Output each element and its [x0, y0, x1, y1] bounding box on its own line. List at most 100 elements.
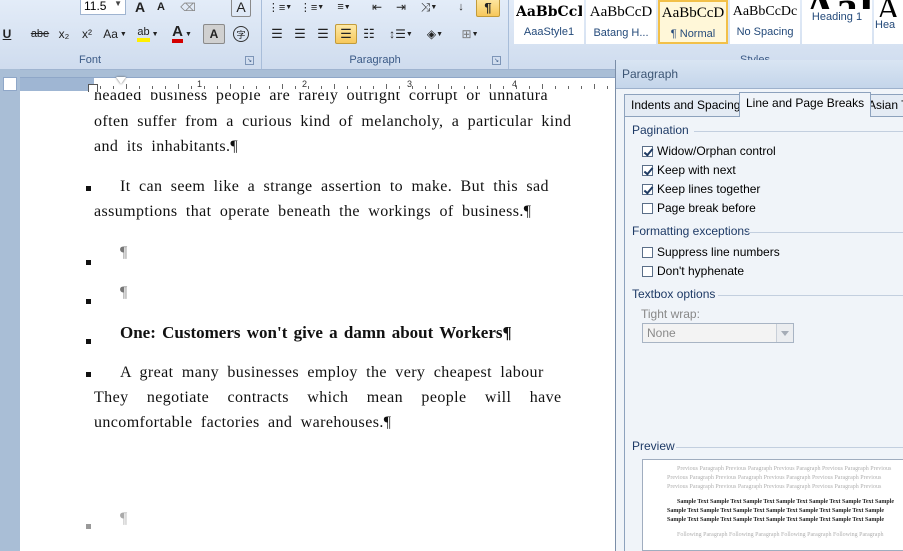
grow-font-button[interactable]: A — [130, 0, 150, 17]
doc-line: and its inhabitants.¶ — [94, 138, 239, 155]
chevron-down-icon: ▼ — [471, 30, 479, 38]
chevron-down-icon: ▼ — [151, 30, 159, 38]
distributed-button[interactable]: ☷ — [358, 24, 380, 44]
preview-following-text: Following Paragraph Following Paragraph … — [677, 532, 884, 538]
numbering-button[interactable]: ⋮≡ ▼ — [298, 0, 326, 17]
style-heading-1[interactable]: AaI Heading 1 — [802, 0, 872, 44]
checkbox-checked — [642, 183, 653, 195]
style-no-spacing[interactable]: AaBbCcDc No Spacing — [730, 0, 800, 44]
ruler-tick — [165, 86, 166, 89]
group-separator — [261, 0, 262, 69]
sort-icon: ↓ — [458, 1, 464, 13]
ruler-tick — [204, 86, 205, 89]
ruler-tick — [464, 86, 465, 89]
ruler-tick — [360, 86, 361, 89]
vertical-ruler-area — [0, 69, 20, 551]
decrease-indent-button[interactable]: ⇤ — [366, 0, 388, 17]
justify-icon: ☰ — [340, 26, 352, 41]
strikethrough-button[interactable]: abe — [28, 24, 52, 44]
section-divider — [746, 232, 903, 233]
dialog-title: Paragraph — [622, 67, 679, 81]
empty-paragraph-mark: ¶ — [120, 510, 128, 527]
doc-line: headed business people are rarely outrig… — [94, 92, 548, 104]
page-break-before-checkbox[interactable]: Page break before — [642, 200, 756, 216]
style-heading-2[interactable]: A Hea — [874, 0, 903, 44]
checkbox-unchecked — [642, 202, 653, 214]
section-divider — [676, 447, 903, 448]
textbox-options-heading: Textbox options — [632, 287, 716, 301]
underline-button[interactable]: U — [0, 24, 18, 44]
document-page[interactable]: headed business people are rarely outrig… — [20, 92, 615, 551]
asian-layout-icon: ⤨ — [420, 0, 431, 14]
doc-line: A great many businesses employ the very … — [120, 364, 544, 381]
tab-selector[interactable] — [3, 77, 17, 91]
shading-button[interactable]: ◈ ▼ — [420, 24, 450, 44]
ruler-tick — [425, 86, 426, 89]
bullets-button[interactable]: ⋮≡ ▼ — [266, 0, 294, 17]
chevron-down-icon: ▼ — [317, 3, 325, 11]
enclose-characters-button[interactable]: 字 — [230, 24, 252, 44]
justify-button[interactable]: ☰ — [335, 24, 357, 44]
ruler-tick — [230, 84, 231, 89]
borders-button[interactable]: ⊞ ▼ — [455, 24, 485, 44]
styles-gallery: AaBbCcI AaaStyle1 AaBbCcD Batang H... Aa… — [514, 0, 903, 48]
first-line-indent-marker[interactable] — [116, 77, 126, 84]
list-bullet — [86, 339, 91, 344]
increase-indent-button[interactable]: ⇥ — [390, 0, 412, 17]
font-size-box[interactable]: 11.5 ▼ — [80, 0, 126, 15]
text-effect-button[interactable]: A — [231, 0, 251, 17]
paragraph-group-label: Paragraph — [349, 54, 401, 66]
shrink-font-button[interactable]: A — [151, 0, 171, 17]
font-color-button[interactable]: A ▼ — [167, 24, 197, 44]
style-batang-heading[interactable]: AaBbCcD Batang H... — [586, 0, 656, 44]
tab-indents-and-spacing[interactable]: Indents and Spacing — [624, 94, 748, 116]
font-dialog-launcher[interactable]: ↘ — [245, 56, 254, 65]
ruler-number: 1 — [197, 79, 203, 89]
align-right-button[interactable]: ☰ — [312, 24, 334, 44]
ruler-tick — [581, 86, 582, 89]
doc-line: assumptions that operate beneath the wor… — [94, 203, 532, 220]
multilevel-list-button[interactable]: ≡ ▼ — [330, 0, 358, 17]
preview-sample-text: Sample Text Sample Text Sample Text Samp… — [677, 499, 895, 505]
paragraph-preview: Previous Paragraph Previous Paragraph Pr… — [642, 459, 903, 551]
align-left-button[interactable]: ☰ — [266, 24, 288, 44]
borders-icon: ⊞ — [461, 27, 472, 41]
asian-layout-button[interactable]: ⤨ ▼ — [414, 0, 444, 17]
ruler-tick — [308, 86, 309, 89]
subscript-button[interactable]: x₂ — [54, 24, 74, 44]
tab-line-and-page-breaks[interactable]: Line and Page Breaks — [739, 92, 872, 117]
tight-wrap-select[interactable]: None — [642, 323, 794, 343]
character-shading-button[interactable]: A — [203, 24, 225, 44]
font-group-label: Font — [78, 54, 101, 66]
ruler-tick — [490, 84, 491, 89]
ruler-number: 2 — [302, 79, 308, 89]
keep-lines-together-checkbox[interactable]: Keep lines together — [642, 181, 760, 197]
show-formatting-marks-button[interactable]: ¶ — [476, 0, 500, 17]
dialog-title-bar[interactable]: Paragraph — [616, 60, 903, 89]
clear-formatting-button[interactable]: ⌫ — [176, 0, 200, 17]
ruler-tick — [451, 86, 452, 89]
chevron-down-icon: ▼ — [343, 3, 351, 11]
suppress-line-numbers-checkbox[interactable]: Suppress line numbers — [642, 244, 780, 260]
sort-button[interactable]: ↓ — [450, 0, 472, 17]
align-center-icon: ☰ — [294, 26, 306, 41]
chevron-down-icon — [776, 324, 793, 342]
ruler-tick — [594, 84, 595, 89]
dont-hyphenate-checkbox[interactable]: Don't hyphenate — [642, 263, 744, 279]
style-normal[interactable]: AaBbCcD ¶ Normal — [658, 0, 728, 44]
keep-with-next-checkbox[interactable]: Keep with next — [642, 162, 736, 178]
widow-orphan-control-checkbox[interactable]: Widow/Orphan control — [642, 143, 776, 159]
superscript-button[interactable]: x² — [77, 24, 97, 44]
highlight-button[interactable]: ab ▼ — [133, 24, 163, 44]
change-case-button[interactable]: Aa ▼ — [101, 24, 129, 44]
ruler-tick — [503, 86, 504, 89]
style-aaastyle1[interactable]: AaBbCcI AaaStyle1 — [514, 0, 584, 44]
preview-sample-text: Sample Text Sample Text Sample Text Samp… — [667, 517, 885, 523]
align-center-button[interactable]: ☰ — [289, 24, 311, 44]
line-spacing-button[interactable]: ↕☰ ▼ — [384, 24, 418, 44]
chevron-down-icon: ▼ — [436, 30, 444, 38]
paragraph-dialog-launcher[interactable]: ↘ — [492, 56, 501, 65]
ruler-tick — [139, 86, 140, 89]
ruler-tick — [438, 84, 439, 89]
numbered-list-icon: ⋮≡ — [299, 1, 318, 14]
